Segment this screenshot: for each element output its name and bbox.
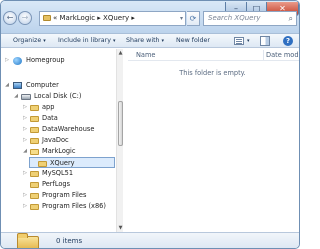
- scroll-up-icon[interactable]: ▲: [117, 50, 124, 56]
- folder-icon: [30, 171, 39, 177]
- expand-arrow-icon[interactable]: ▷: [22, 124, 28, 135]
- views-icon[interactable]: [234, 37, 244, 45]
- file-list-pane[interactable]: Name Date modified This folder is empty.: [124, 49, 299, 232]
- column-divider[interactable]: [263, 50, 264, 60]
- tree-item-label: Homegroup: [26, 56, 65, 64]
- share-with-menu[interactable]: Share with ▾: [126, 34, 164, 48]
- explorer-window: – □ ✕ ← → « MarkLogic ▸ XQuery ▸ ▾ ⟳ Sea…: [0, 0, 300, 249]
- organize-menu[interactable]: Organize ▾: [13, 34, 46, 48]
- tree-item-homegroup[interactable]: ▷ Homegroup: [1, 55, 115, 66]
- tree-item-datawarehouse[interactable]: ▷ DataWarehouse: [1, 124, 115, 135]
- folder-icon: [43, 15, 51, 21]
- title-bar: – □ ✕ ← → « MarkLogic ▸ XQuery ▸ ▾ ⟳ Sea…: [1, 1, 299, 34]
- column-header-row: Name Date modified: [128, 49, 299, 61]
- folder-icon: [30, 116, 39, 122]
- tree-item-label: PerfLogs: [42, 180, 71, 188]
- search-input[interactable]: Search XQuery ⌕: [203, 11, 297, 26]
- tree-item-label: MarkLogic: [42, 147, 76, 155]
- tree-item-data[interactable]: ▷ Data: [1, 113, 115, 124]
- expand-arrow-icon[interactable]: ▷: [22, 190, 28, 201]
- folder-icon: [38, 161, 47, 167]
- include-in-library-menu[interactable]: Include in library ▾: [58, 34, 115, 48]
- include-in-library-label: Include in library: [58, 37, 111, 44]
- scroll-down-icon[interactable]: ▼: [117, 225, 124, 231]
- organize-label: Organize: [13, 37, 42, 44]
- folder-icon: [30, 193, 39, 199]
- tree-item-perflogs[interactable]: PerfLogs: [1, 179, 115, 190]
- tree-item-label: Local Disk (C:): [34, 92, 82, 100]
- folder-icon: [17, 233, 39, 248]
- tree-item-computer[interactable]: ◢ Computer: [1, 80, 115, 91]
- tree-item-marklogic[interactable]: ◢ MarkLogic: [1, 146, 115, 157]
- open-folder-icon: [30, 149, 39, 155]
- chevron-down-icon: ▾: [43, 38, 46, 44]
- tree-item-label: DataWarehouse: [42, 125, 95, 133]
- expand-arrow-icon[interactable]: ▷: [22, 168, 28, 179]
- expand-arrow-icon[interactable]: ▷: [22, 201, 28, 212]
- folder-icon: [30, 204, 39, 210]
- back-button[interactable]: ←: [3, 11, 17, 25]
- new-folder-button[interactable]: New folder: [176, 34, 210, 48]
- expand-arrow-icon[interactable]: ▷: [22, 113, 28, 124]
- expanded-arrow-icon[interactable]: ◢: [4, 80, 10, 91]
- tree-item-xquery[interactable]: XQuery: [29, 157, 115, 168]
- share-with-label: Share with: [126, 37, 160, 44]
- navigation-pane: ▷ Homegroup ◢ Computer ◢ Local Disk (C:)…: [1, 49, 123, 232]
- tree-item-app[interactable]: ▷ app: [1, 102, 115, 113]
- back-arrow-icon: ←: [6, 13, 14, 22]
- expanded-arrow-icon[interactable]: ◢: [22, 146, 28, 157]
- tree-item-label: Computer: [26, 81, 59, 89]
- command-bar: Organize ▾ Include in library ▾ Share with…: [1, 34, 299, 48]
- tree-item-label: Data: [42, 114, 58, 122]
- empty-folder-message: This folder is empty.: [179, 69, 246, 77]
- navigation-scrollbar[interactable]: ▲ ▼: [116, 49, 123, 232]
- expand-arrow-icon[interactable]: ▷: [22, 102, 28, 113]
- item-count: 0 items: [56, 237, 83, 245]
- refresh-button[interactable]: ⟳: [187, 11, 200, 26]
- chevron-down-icon: ▾: [161, 38, 165, 44]
- tree-item-program-files-x86[interactable]: ▷ Program Files (x86): [1, 201, 115, 212]
- address-path: « MarkLogic ▸ XQuery ▸: [53, 14, 135, 22]
- folder-icon: [30, 105, 39, 111]
- tree-item-label: Program Files: [42, 191, 87, 199]
- tree-item-label: MySQL51: [42, 169, 74, 177]
- folder-icon: [30, 138, 39, 144]
- tree-item-local-disk[interactable]: ◢ Local Disk (C:): [1, 91, 115, 102]
- expanded-arrow-icon[interactable]: ◢: [13, 91, 19, 102]
- scrollbar-thumb[interactable]: [118, 101, 123, 146]
- column-header-date-modified[interactable]: Date modified: [266, 49, 299, 60]
- expand-arrow-icon[interactable]: ▷: [22, 135, 28, 146]
- folder-icon: [30, 182, 39, 188]
- expand-arrow-icon[interactable]: ▷: [4, 55, 10, 66]
- forward-button[interactable]: →: [18, 11, 32, 25]
- help-icon[interactable]: ?: [283, 36, 293, 46]
- tree-item-javadoc[interactable]: ▷ JavaDoc: [1, 135, 115, 146]
- tree-item-program-files[interactable]: ▷ Program Files: [1, 190, 115, 201]
- folder-icon: [30, 127, 39, 133]
- search-icon[interactable]: ⌕: [289, 12, 293, 25]
- details-pane: 0 items: [1, 232, 299, 248]
- address-bar[interactable]: « MarkLogic ▸ XQuery ▸ ▾: [39, 11, 186, 26]
- search-placeholder: Search XQuery: [208, 14, 261, 22]
- tree-item-label: JavaDoc: [42, 136, 69, 144]
- drive-icon: [21, 94, 31, 100]
- chevron-down-icon: ▾: [112, 38, 116, 44]
- computer-icon: [13, 82, 22, 89]
- refresh-icon: ⟳: [189, 14, 197, 23]
- chevron-down-icon[interactable]: ▾: [247, 34, 250, 48]
- preview-pane-icon[interactable]: [260, 36, 270, 46]
- tree-item-label: app: [42, 103, 55, 111]
- tree-item-mysql51[interactable]: ▷ MySQL51: [1, 168, 115, 179]
- tree-item-label: Program Files (x86): [42, 202, 106, 210]
- forward-arrow-icon: →: [21, 13, 29, 22]
- homegroup-icon: [13, 57, 22, 65]
- column-header-name[interactable]: Name: [136, 49, 155, 60]
- chevron-down-icon[interactable]: ▾: [180, 12, 183, 25]
